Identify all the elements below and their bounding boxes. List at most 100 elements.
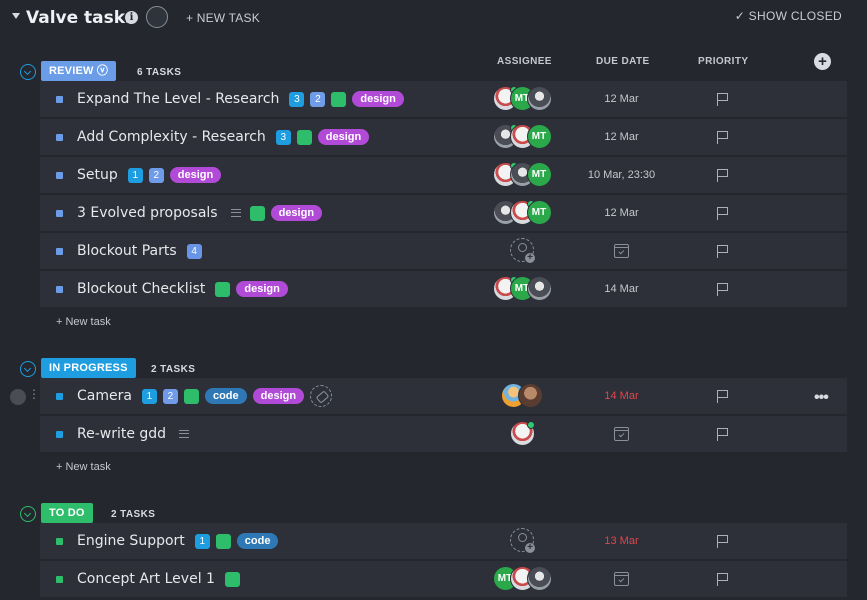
group-status-label[interactable]: REVIEW ⓥ [41,61,117,81]
task-name[interactable]: Setup [77,167,118,183]
avatar[interactable] [526,276,552,301]
task-status-dot[interactable] [56,248,63,255]
task-name[interactable]: Concept Art Level 1 [77,571,215,587]
tag-code[interactable]: code [204,388,247,404]
subtask-count-badge[interactable]: 1 [127,167,143,183]
assignee-stack[interactable] [490,383,554,409]
task-status-dot[interactable] [56,96,63,103]
due-date[interactable]: 14 Mar [560,271,683,307]
assignee-stack[interactable]: MT [490,276,554,302]
task-row[interactable]: Engine Support 1 code 13 Mar [40,523,847,560]
collapse-list-icon[interactable] [12,13,20,19]
subtask-count-badge[interactable]: 2 [162,388,178,404]
show-closed-button[interactable]: ✓ SHOW CLOSED [735,9,842,23]
tag-design[interactable]: design [236,281,288,297]
task-row[interactable]: 3 Evolved proposals design MT 12 Mar [40,195,847,232]
assignee-stack[interactable] [490,238,554,264]
due-date[interactable]: 13 Mar [560,523,683,559]
checklist-badge[interactable] [224,571,240,587]
assignee-stack[interactable] [490,528,554,554]
more-options-icon[interactable]: ••• [814,389,829,407]
drag-handle-icon[interactable] [28,387,46,407]
task-status-dot[interactable] [56,431,63,438]
task-row[interactable]: Blockout Checklist design MT 14 Mar [40,271,847,308]
avatar[interactable]: MT [526,200,552,225]
avatar[interactable]: MT [526,162,552,187]
task-row[interactable]: Setup 1 2 design MT 10 Mar, 23:30 [40,157,847,194]
new-task-link[interactable]: + New task [56,316,111,328]
group-collapse-icon[interactable] [20,506,36,522]
assignee-stack[interactable] [490,421,554,447]
tag-code[interactable]: code [236,533,279,549]
new-task-button[interactable]: + NEW TASK [186,11,260,25]
due-date[interactable]: 12 Mar [560,81,683,117]
task-status-dot[interactable] [56,538,63,545]
add-assignee-icon[interactable] [510,528,535,553]
assignee-stack[interactable]: MT [490,86,554,112]
task-row[interactable]: Blockout Parts 4 [40,233,847,270]
task-name[interactable]: Blockout Parts [77,243,177,259]
task-status-dot[interactable] [56,393,63,400]
task-row[interactable]: Expand The Level - Research 3 2 design M… [40,81,847,118]
subtask-count-badge[interactable]: 3 [275,129,291,145]
task-status-dot[interactable] [56,576,63,583]
group-collapse-icon[interactable] [20,361,36,377]
add-tag-icon[interactable] [310,385,333,407]
due-date[interactable]: 10 Mar, 23:30 [560,157,683,193]
assignee-stack[interactable]: MT [490,200,554,226]
new-task-link[interactable]: + New task [56,461,111,473]
task-row[interactable]: Concept Art Level 1 MT [40,561,847,598]
checklist-badge[interactable] [215,281,231,297]
priority-flag-icon[interactable] [717,428,729,441]
task-name[interactable]: Add Complexity - Research [77,129,266,145]
avatar[interactable] [509,421,535,446]
tag-design[interactable]: design [317,129,370,145]
priority-flag-icon[interactable] [717,131,729,144]
subtask-count-badge[interactable]: 4 [186,243,202,259]
info-icon[interactable]: i [125,11,138,24]
group-collapse-icon[interactable] [20,64,36,80]
avatar[interactable]: MT [526,124,552,149]
tag-design[interactable]: design [169,167,222,183]
task-name[interactable]: Blockout Checklist [77,281,205,297]
priority-flag-icon[interactable] [717,93,729,106]
task-status-dot[interactable] [56,172,63,179]
automation-icon[interactable] [146,6,168,28]
add-assignee-icon[interactable] [510,238,535,263]
due-date[interactable]: 12 Mar [560,195,683,231]
tag-design[interactable]: design [252,388,305,404]
checklist-badge[interactable] [215,533,231,549]
avatar[interactable] [526,566,552,591]
checklist-badge[interactable] [249,205,265,221]
subtask-count-badge[interactable]: 1 [194,533,210,549]
checklist-badge[interactable] [296,129,312,145]
calendar-icon[interactable] [614,572,629,586]
avatar[interactable] [518,383,543,408]
subtask-count-badge[interactable]: 1 [141,388,157,404]
priority-flag-icon[interactable] [717,207,729,220]
subtask-count-badge[interactable]: 2 [310,91,326,107]
subtask-count-badge[interactable]: 2 [148,167,164,183]
task-status-dot[interactable] [56,286,63,293]
calendar-icon[interactable] [614,244,629,258]
task-status-dot[interactable] [56,210,63,217]
assignee-stack[interactable]: MT [490,566,554,592]
priority-flag-icon[interactable] [717,169,729,182]
checklist-badge[interactable] [183,388,199,404]
priority-flag-icon[interactable] [717,283,729,296]
calendar-icon[interactable] [614,427,629,441]
priority-flag-icon[interactable] [717,390,729,403]
tag-design[interactable]: design [352,91,404,107]
checklist-badge[interactable] [331,91,347,107]
task-name[interactable]: Engine Support [77,533,185,549]
assignee-stack[interactable]: MT [490,124,554,150]
task-status-dot[interactable] [56,134,63,141]
group-status-label[interactable]: TO DO [41,503,93,523]
group-status-label[interactable]: IN PROGRESS [41,358,136,378]
avatar[interactable] [526,86,552,111]
tag-design[interactable]: design [270,205,323,221]
task-name[interactable]: 3 Evolved proposals [77,205,218,221]
task-row[interactable]: Camera 1 2 code design 14 Mar ••• [40,378,847,415]
task-name[interactable]: Re-write gdd [77,426,166,442]
row-select-circle[interactable] [10,389,26,405]
